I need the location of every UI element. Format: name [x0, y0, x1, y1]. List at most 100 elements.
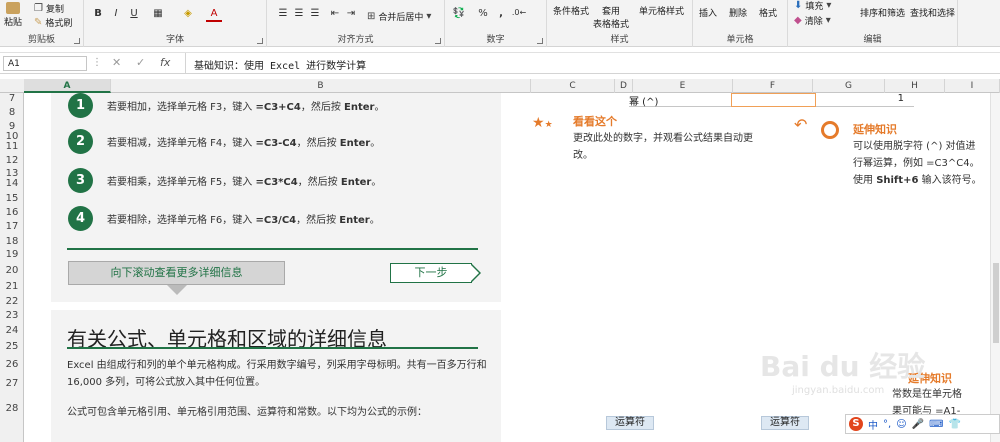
- selected-result-cell[interactable]: [731, 93, 816, 107]
- row-header[interactable]: 25: [0, 341, 24, 352]
- row-header[interactable]: 8: [0, 107, 24, 118]
- column-header-i[interactable]: I: [945, 79, 1000, 93]
- align-center-icon[interactable]: ☰: [291, 8, 307, 22]
- column-header-e[interactable]: E: [633, 79, 733, 93]
- cells-label: 单元格: [726, 35, 754, 45]
- editing-label: 编辑: [863, 35, 882, 45]
- fill-button[interactable]: ⬇ 填充 ▾: [794, 0, 831, 12]
- find-select-button[interactable]: 查找和选择: [910, 6, 955, 19]
- decrease-indent-icon[interactable]: ⇤: [327, 8, 343, 22]
- vertical-scrollbar[interactable]: [990, 93, 1000, 442]
- row-header[interactable]: 12: [0, 155, 24, 166]
- insert-function-icon[interactable]: fx: [160, 56, 170, 69]
- delete-button[interactable]: 删除: [729, 6, 747, 19]
- row-header[interactable]: 19: [0, 249, 24, 260]
- brush-icon: ✎: [34, 17, 43, 28]
- fill-color-icon[interactable]: ◈: [180, 8, 196, 22]
- row-header[interactable]: 27: [0, 378, 24, 389]
- skin-icon[interactable]: 👕: [949, 419, 961, 430]
- exponent-row: 幂 (^) 1: [629, 93, 914, 108]
- align-left-icon[interactable]: ☰: [275, 8, 291, 22]
- increase-indent-icon[interactable]: ⇥: [343, 8, 359, 22]
- tip-look-title: 看看这个: [573, 115, 617, 128]
- row-header[interactable]: 23: [0, 310, 24, 321]
- align-right-icon[interactable]: ☰: [307, 8, 323, 22]
- row-header[interactable]: 17: [0, 221, 24, 232]
- cell-styles-button[interactable]: 单元格样式: [639, 4, 684, 17]
- number-launcher[interactable]: [537, 38, 543, 44]
- column-header-d[interactable]: D: [615, 79, 633, 93]
- format-painter-button[interactable]: ✎ 格式刷: [34, 16, 72, 29]
- tip-extend-title: 延伸知识: [853, 123, 897, 136]
- mic-icon[interactable]: 🎤: [912, 419, 924, 430]
- alignment-launcher[interactable]: [435, 38, 441, 44]
- row-header[interactable]: 11: [0, 141, 24, 152]
- scroll-thumb[interactable]: [993, 263, 999, 343]
- column-header-a[interactable]: A: [24, 79, 111, 93]
- formula-paragraph: 公式可包含单元格引用、单元格引用范围、运算符和常数。以下均为公式的示例：: [67, 407, 427, 418]
- keyboard-icon[interactable]: ⌨: [929, 419, 943, 430]
- currency-icon[interactable]: 💱: [451, 8, 467, 22]
- cancel-icon[interactable]: ✕: [112, 56, 121, 69]
- name-box[interactable]: A1: [3, 56, 87, 71]
- ime-lang-toggle[interactable]: 中: [868, 417, 878, 432]
- number-label: 数字: [486, 35, 505, 45]
- column-header-h[interactable]: H: [885, 79, 945, 93]
- row-header[interactable]: 7: [0, 93, 24, 104]
- column-header-g[interactable]: G: [813, 79, 885, 93]
- sort-filter-button[interactable]: 排序和筛选: [860, 6, 905, 19]
- clipboard-launcher[interactable]: [74, 38, 80, 44]
- tip-look-text: 更改此处的数字，并观看公式结果自动更改。: [573, 133, 753, 161]
- row-header[interactable]: 18: [0, 236, 24, 247]
- next-button[interactable]: 下一步: [390, 263, 472, 283]
- formula-bar: A1 ⋮ ✕ ✓ fx 基础知识：使用 Excel 进行数学计算: [0, 52, 1000, 74]
- row-header[interactable]: 21: [0, 281, 24, 292]
- borders-icon[interactable]: ▦: [150, 8, 166, 22]
- column-header-b[interactable]: B: [111, 79, 531, 93]
- paste-button[interactable]: 粘贴: [4, 2, 22, 28]
- row-header[interactable]: 28: [0, 403, 24, 414]
- row-header[interactable]: 15: [0, 193, 24, 204]
- font-group: B I U ▦ ◈ A 字体: [84, 0, 267, 47]
- conditional-format-button[interactable]: 条件格式: [553, 4, 589, 17]
- number-group: 💱 % , .0← 数字: [445, 0, 547, 47]
- enter-icon[interactable]: ✓: [136, 56, 145, 69]
- row-header[interactable]: 14: [0, 178, 24, 189]
- step-text: 若要相加，选择单元格 F3，键入 =C3+C4，然后按 Enter。: [107, 102, 385, 113]
- emoji-icon[interactable]: ☺: [896, 419, 906, 430]
- watermark: Bai du 经验: [760, 350, 926, 383]
- insert-button[interactable]: 插入: [699, 6, 717, 19]
- format-button[interactable]: 格式: [759, 6, 777, 19]
- column-header-c[interactable]: C: [531, 79, 615, 93]
- curved-arrow-icon: ↶: [794, 115, 808, 134]
- increase-decimal-icon[interactable]: .0←: [511, 8, 527, 22]
- formula-input[interactable]: 基础知识：使用 Excel 进行数学计算: [185, 53, 1000, 74]
- row-header[interactable]: 26: [0, 359, 24, 370]
- percent-button[interactable]: %: [475, 8, 491, 22]
- name-box-dropdown-icon[interactable]: ⋮: [92, 57, 102, 68]
- scroll-down-hint-button[interactable]: 向下滚动查看更多详细信息: [68, 261, 285, 285]
- row-header[interactable]: 24: [0, 325, 24, 336]
- step-number-badge: 4: [68, 206, 93, 231]
- ime-punct-toggle[interactable]: °,: [883, 419, 891, 430]
- row-header[interactable]: 16: [0, 207, 24, 218]
- step-number-badge: 2: [68, 129, 93, 154]
- comma-button[interactable]: ,: [493, 8, 509, 22]
- column-header-f[interactable]: F: [733, 79, 813, 93]
- row-headers: 7 8 9 10 11 12 13 14 15 16 17 18 19 20 21 22 23 24 25 26 27 2…: [0, 93, 24, 442]
- row-header[interactable]: 20: [0, 265, 24, 276]
- copy-button[interactable]: ❐ 复制: [34, 2, 64, 15]
- underline-button[interactable]: U: [126, 8, 142, 22]
- bold-button[interactable]: B: [90, 8, 106, 22]
- merge-center-button[interactable]: ⊞ 合并后居中 ▾: [367, 10, 431, 23]
- clear-button[interactable]: ◆ 清除 ▾: [794, 14, 831, 27]
- styles-group: 条件格式 套用 表格格式 单元格样式 样式: [547, 0, 693, 47]
- ime-toolbar[interactable]: S 中 °, ☺ 🎤 ⌨ 👕: [845, 414, 1000, 434]
- format-as-table-button[interactable]: 套用 表格格式: [593, 4, 629, 30]
- title-underline: [67, 347, 478, 349]
- italic-button[interactable]: I: [108, 8, 124, 22]
- row-header[interactable]: 22: [0, 296, 24, 307]
- font-launcher[interactable]: [257, 38, 263, 44]
- font-color-button[interactable]: A: [206, 8, 222, 22]
- step-text: 若要相乘，选择单元格 F5，键入 =C3*C4，然后按 Enter。: [107, 177, 382, 188]
